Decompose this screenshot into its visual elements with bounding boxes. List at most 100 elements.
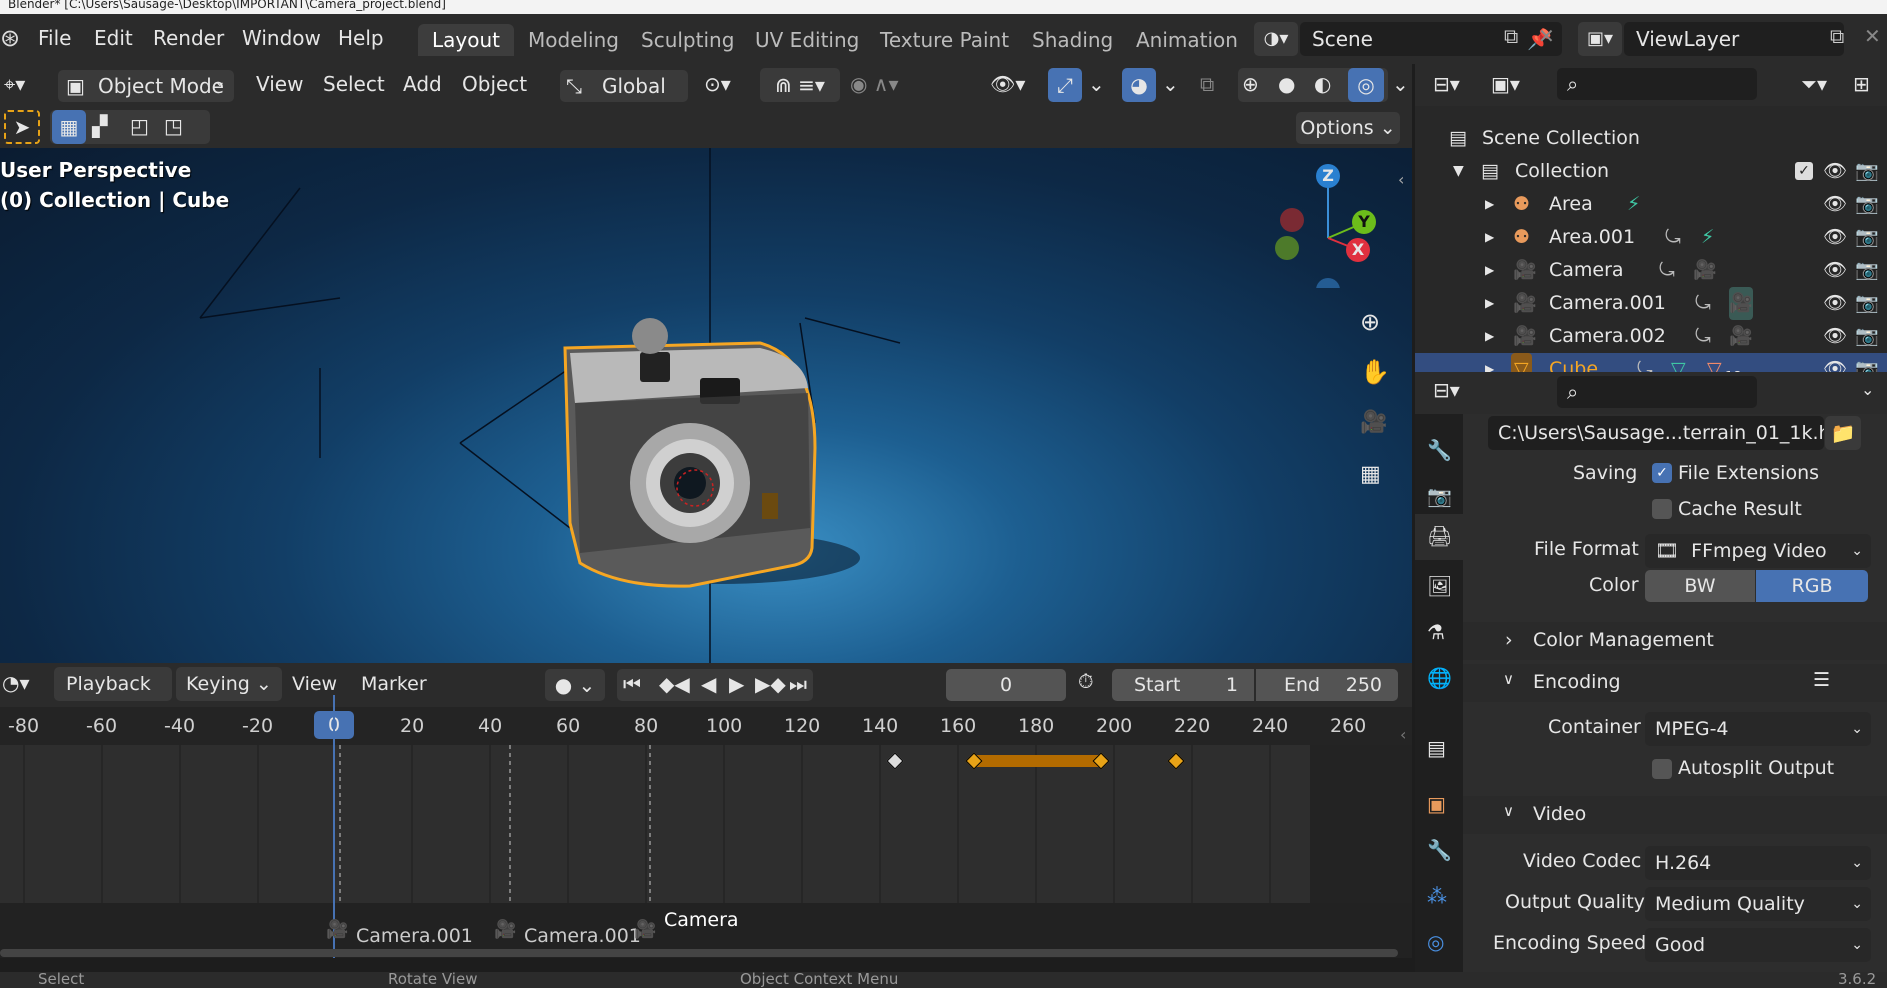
camera-marker-icon[interactable]: 🎥 [326,919,348,940]
timeline-view-menu[interactable]: View [292,673,337,695]
prev-keyframe-icon[interactable]: ◆◀ [659,672,690,696]
close-icon[interactable]: ✕ [1538,24,1555,48]
scene-icon[interactable]: ◑▾ [1254,22,1298,56]
expand-arrow-icon[interactable]: ▼ [1453,155,1464,188]
outliner-item[interactable]: ▶ 🎥 Camera ⤿ 🎥 👁 📷 [1415,254,1887,287]
menu-render[interactable]: Render [153,26,224,50]
blender-logo-icon[interactable]: ⊛ [0,24,20,52]
particles-tab-icon[interactable]: ⁂ [1427,884,1447,908]
tab-animation[interactable]: Animation [1122,24,1252,56]
viewlayer-selector[interactable]: ViewLayer [1624,22,1844,56]
overlays-dropdown-icon[interactable]: ⌄ [1162,72,1179,96]
gizmo-dropdown-icon[interactable]: ⌄ [1088,72,1105,96]
3d-viewport[interactable]: User Perspective (0) Collection | Cube Z… [0,148,1412,663]
tab-sculpting[interactable]: Sculpting [627,24,748,56]
zoom-icon[interactable]: ⊕ [1360,308,1380,336]
outliner-search-input[interactable]: ⌕ [1557,68,1757,100]
camera-data-icon[interactable]: 🎥 [1693,254,1717,287]
render-camera-icon[interactable]: 📷 [1855,221,1879,254]
video-section[interactable]: ∨ Video [1463,796,1887,834]
select-subtract-icon[interactable]: ◰ [130,114,149,138]
camera-marker-icon[interactable]: 🎥 [494,919,516,940]
expand-arrow-icon[interactable]: ▶ [1485,188,1494,221]
file-format-dropdown[interactable]: 🎞 FFmpeg Video ⌄ [1645,534,1871,568]
visibility-eye-icon[interactable]: 👁 [1823,287,1847,320]
render-camera-icon[interactable]: 📷 [1855,254,1879,287]
view-layer-tab-icon[interactable]: 🖼 [1427,574,1452,598]
outliner-collection[interactable]: ▼ ▤ Collection ✓ 👁 📷 [1415,155,1887,188]
file-extensions-checkbox[interactable]: ✓ [1652,463,1672,483]
timeline-editor-type-icon[interactable]: ◔▾ [2,671,30,695]
constraint-icon[interactable]: ⤿ [1695,287,1711,320]
filter-icon[interactable]: ⏷▾ [1801,72,1827,96]
new-scene-icon[interactable]: ⧉ [1504,24,1518,48]
properties-editor-type-icon[interactable]: ⊟▾ [1433,378,1460,402]
encoding-speed-dropdown[interactable]: Good ⌄ [1645,928,1871,962]
light-data-icon[interactable]: ⚡ [1701,221,1714,254]
camera-marker-icon[interactable]: 🎥 [634,919,656,940]
scene-tab-icon[interactable]: ⚗ [1427,620,1445,644]
tab-texture-paint[interactable]: Texture Paint [866,24,1023,56]
select-extend-icon[interactable]: ▞ [92,114,107,138]
end-frame-field[interactable]: End 250 [1256,669,1398,701]
preview-range-icon[interactable]: ⏱ [1078,669,1094,693]
select-intersect-icon[interactable]: ◳ [164,114,183,138]
outliner-item[interactable]: ▶ 🎥 Camera.002 ⤿ 🎥 👁 📷 [1415,320,1887,353]
sidebar-toggle-icon[interactable]: ‹ [1398,170,1404,189]
snap-icon[interactable]: ⋒ ≡▾ [760,68,840,102]
timeline-dopesheet[interactable]: ‹ [0,695,1412,915]
display-mode-icon[interactable]: ▣▾ [1491,72,1520,96]
gizmo-toggle-icon[interactable]: ⤢ [1048,68,1082,102]
cache-result-checkbox[interactable] [1652,499,1672,519]
presets-list-icon[interactable]: ☰ [1813,669,1830,691]
menu-file[interactable]: File [38,26,71,50]
select-tool-icon[interactable]: ➤ [4,110,40,144]
output-quality-dropdown[interactable]: Medium Quality ⌄ [1645,887,1871,921]
menu-window[interactable]: Window [242,26,321,50]
start-frame-field[interactable]: Start 1 [1112,669,1254,701]
play-reverse-icon[interactable]: ◀ [701,672,716,696]
menu-help[interactable]: Help [338,26,384,50]
physics-tab-icon[interactable]: ◎ [1427,930,1444,954]
color-bw-button[interactable]: BW [1645,570,1755,602]
collection-checkbox[interactable]: ✓ [1795,162,1813,180]
world-tab-icon[interactable]: 🌐 [1427,666,1452,690]
properties-search-input[interactable]: ⌕ [1557,376,1757,408]
select-new-icon[interactable]: ▦ [52,110,86,144]
wireframe-shading-icon[interactable]: ⊕ [1242,72,1259,96]
navigation-gizmo[interactable]: Z Y X [1260,158,1380,288]
constraint-icon[interactable]: ⤿ [1659,254,1675,287]
keying-menu[interactable]: Keying ⌄ [176,667,282,701]
visibility-eye-icon[interactable]: 👁 [1823,188,1847,221]
new-collection-icon[interactable]: ⊞ [1853,72,1870,96]
auto-keying-icon[interactable]: ● ⌄ [545,669,605,701]
gizmo-x-axis[interactable]: X [1346,238,1370,262]
jump-start-icon[interactable]: ⏮ [623,672,641,696]
render-camera-icon[interactable]: 📷 [1855,287,1879,320]
marker-menu[interactable]: Marker [361,673,427,695]
outliner-item-selected[interactable]: ▶ ▽ Cube ⤿ ▽ ▽ 18 👁 📷 [1415,353,1887,386]
camera-data-icon[interactable]: 🎥 [1729,287,1753,320]
output-path-field[interactable]: C:\Users\Sausage...terrain_01_1k.hdr [1488,416,1824,450]
pivot-icon[interactable]: ⊙▾ [704,72,731,96]
gizmo-z-axis[interactable]: Z [1316,164,1340,188]
collection-tab-icon[interactable]: ▤ [1427,736,1446,760]
tab-shading[interactable]: Shading [1018,24,1127,56]
menu-select[interactable]: Select [323,72,385,96]
material-shading-icon[interactable]: ◐ [1314,72,1331,96]
pan-hand-icon[interactable]: ✋ [1360,358,1390,386]
light-data-icon[interactable]: ⚡ [1627,188,1640,221]
remove-viewlayer-icon[interactable]: ✕ [1864,24,1881,48]
tool-tab-icon[interactable]: 🔧 [1427,438,1452,462]
shading-modes[interactable]: ⊕ ● ◐ ◎ [1238,68,1388,102]
container-dropdown[interactable]: MPEG-4 ⌄ [1645,712,1871,746]
scene-selector[interactable]: Scene 📌 [1300,22,1562,56]
visibility-eye-icon[interactable]: 👁 [1823,320,1847,353]
editor-type-icon[interactable]: ⌖▾ [4,72,25,96]
menu-edit[interactable]: Edit [94,26,133,50]
timeline-horizontal-scrollbar[interactable] [0,949,1398,957]
render-camera-icon[interactable]: 📷 [1855,320,1879,353]
orientation-dropdown[interactable]: ⤡ Global [560,70,688,102]
options-button[interactable]: Options ⌄ [1296,112,1400,144]
shading-dropdown-icon[interactable]: ⌄ [1392,72,1409,96]
